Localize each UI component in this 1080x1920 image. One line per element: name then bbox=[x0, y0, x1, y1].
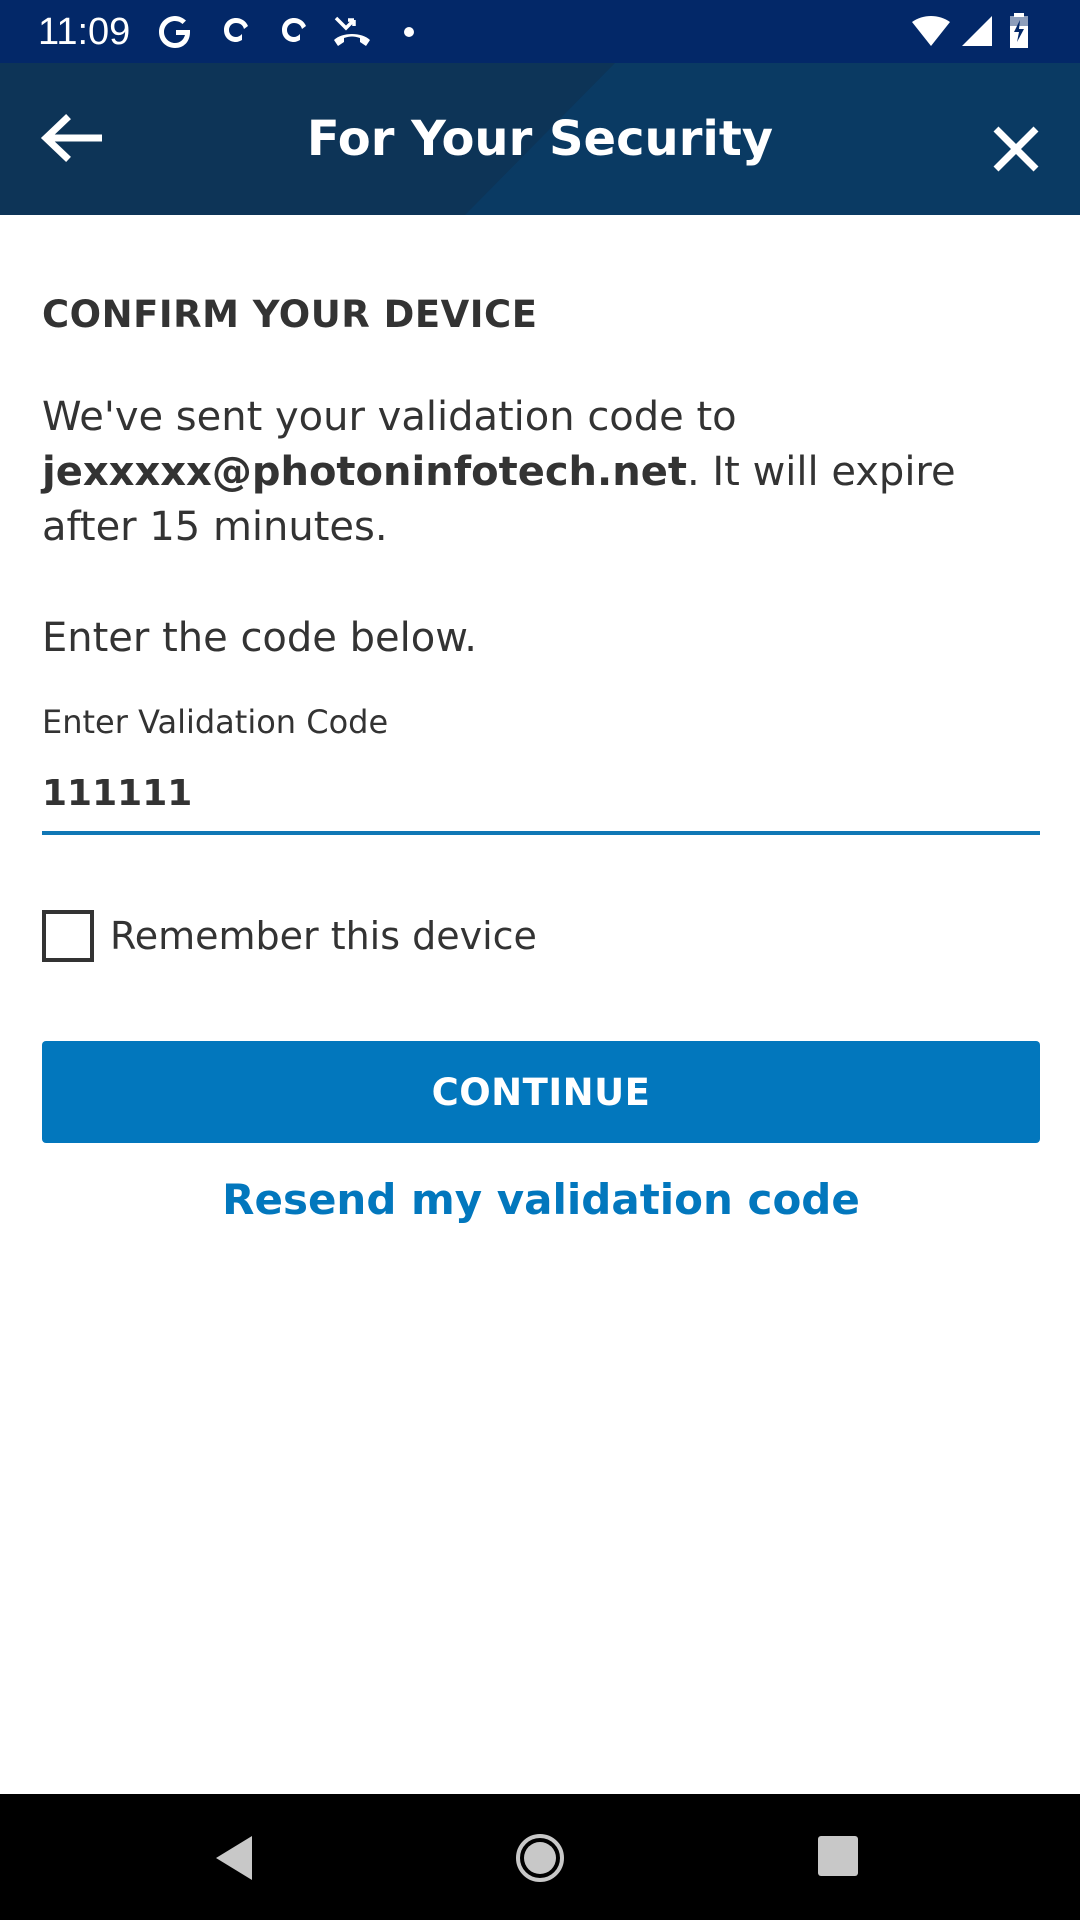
masked-email: jexxxxx@photoninfotech.net bbox=[42, 449, 687, 495]
status-bar: 11:09 bbox=[0, 0, 1080, 63]
section-heading: CONFIRM YOUR DEVICE bbox=[42, 293, 538, 336]
app-header: For Your Security bbox=[0, 63, 1080, 215]
system-icons bbox=[910, 12, 1050, 52]
recents-square-icon[interactable] bbox=[816, 1834, 860, 1878]
dot-icon bbox=[404, 27, 414, 37]
missed-call-icon bbox=[334, 16, 370, 46]
app-icon bbox=[282, 18, 306, 42]
remember-device-row[interactable]: Remember this device bbox=[42, 908, 642, 964]
remember-device-checkbox[interactable] bbox=[42, 910, 94, 962]
resend-code-link[interactable]: Resend my validation code bbox=[42, 1175, 1040, 1224]
page-title: For Your Security bbox=[306, 111, 774, 167]
google-icon bbox=[159, 16, 190, 48]
status-time: 11:09 bbox=[38, 11, 131, 53]
validation-code-input[interactable] bbox=[42, 755, 1040, 835]
instruction-text: Enter the code below. bbox=[42, 615, 477, 661]
code-field-label: Enter Validation Code bbox=[42, 703, 389, 741]
navigation-bar bbox=[0, 1794, 1080, 1920]
message-prefix: We've sent your validation code to bbox=[42, 394, 737, 440]
continue-button[interactable]: CONTINUE bbox=[42, 1041, 1040, 1143]
close-icon[interactable] bbox=[990, 123, 1042, 175]
app-icon bbox=[224, 18, 248, 42]
wifi-icon bbox=[912, 16, 950, 46]
back-triangle-icon[interactable] bbox=[212, 1834, 256, 1882]
battery-icon bbox=[1010, 13, 1028, 48]
home-circle-icon[interactable] bbox=[514, 1832, 566, 1884]
remember-device-label: Remember this device bbox=[110, 914, 537, 958]
signal-icon bbox=[962, 16, 992, 46]
validation-message: We've sent your validation code to jexxx… bbox=[42, 390, 1040, 555]
